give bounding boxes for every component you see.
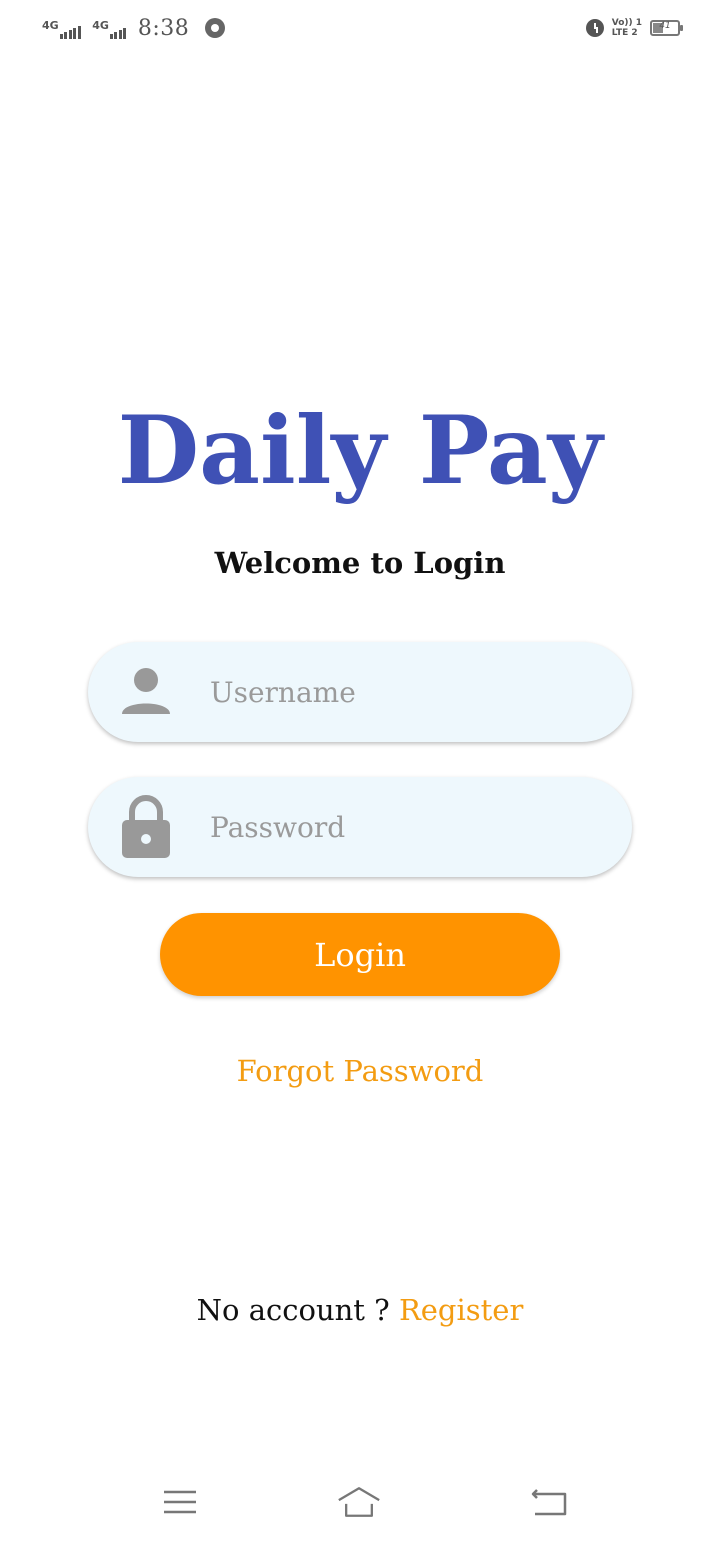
register-row: No account ? Register (0, 1293, 720, 1327)
password-field[interactable] (88, 777, 632, 877)
navigation-bar (0, 1470, 720, 1534)
network-1-label: 4G (42, 19, 59, 32)
welcome-subtitle: Welcome to Login (214, 546, 506, 580)
battery-level: 41 (659, 21, 671, 31)
lock-icon (118, 795, 174, 858)
back-icon[interactable] (527, 1482, 571, 1522)
home-icon[interactable] (337, 1482, 381, 1522)
forgot-password-link[interactable]: Forgot Password (237, 1054, 484, 1088)
status-bar: 4G 4G 8:38 Vo)) 1 LTE 2 41 (0, 0, 720, 56)
status-bar-right: Vo)) 1 LTE 2 41 (585, 16, 683, 40)
volte-line-2: LTE 2 (611, 28, 638, 38)
signal-2-icon (109, 25, 128, 39)
network-2-label: 4G (92, 19, 109, 32)
alarm-icon (585, 19, 604, 37)
register-link[interactable]: Register (399, 1293, 523, 1327)
forgot-password-row: Forgot Password (0, 1054, 720, 1088)
menu-icon[interactable] (158, 1482, 202, 1522)
login-button[interactable]: Login (160, 913, 560, 996)
app-title: Daily Pay (117, 396, 603, 506)
status-bar-left: 4G 4G 8:38 (42, 14, 226, 42)
username-field[interactable] (88, 642, 632, 742)
network-1-indicator: 4G (42, 17, 82, 39)
battery-icon: 41 (650, 20, 683, 36)
network-2-indicator: 4G (92, 17, 128, 39)
signal-1-icon (59, 25, 83, 39)
chrome-icon (205, 18, 226, 38)
person-icon (118, 664, 174, 720)
no-account-text: No account ? (196, 1293, 399, 1327)
volte-indicator: Vo)) 1 LTE 2 (612, 18, 642, 38)
status-time: 8:38 (137, 15, 190, 41)
username-input[interactable] (210, 675, 590, 709)
volte-line-1: Vo)) 1 (611, 18, 642, 28)
password-input[interactable] (210, 810, 590, 844)
